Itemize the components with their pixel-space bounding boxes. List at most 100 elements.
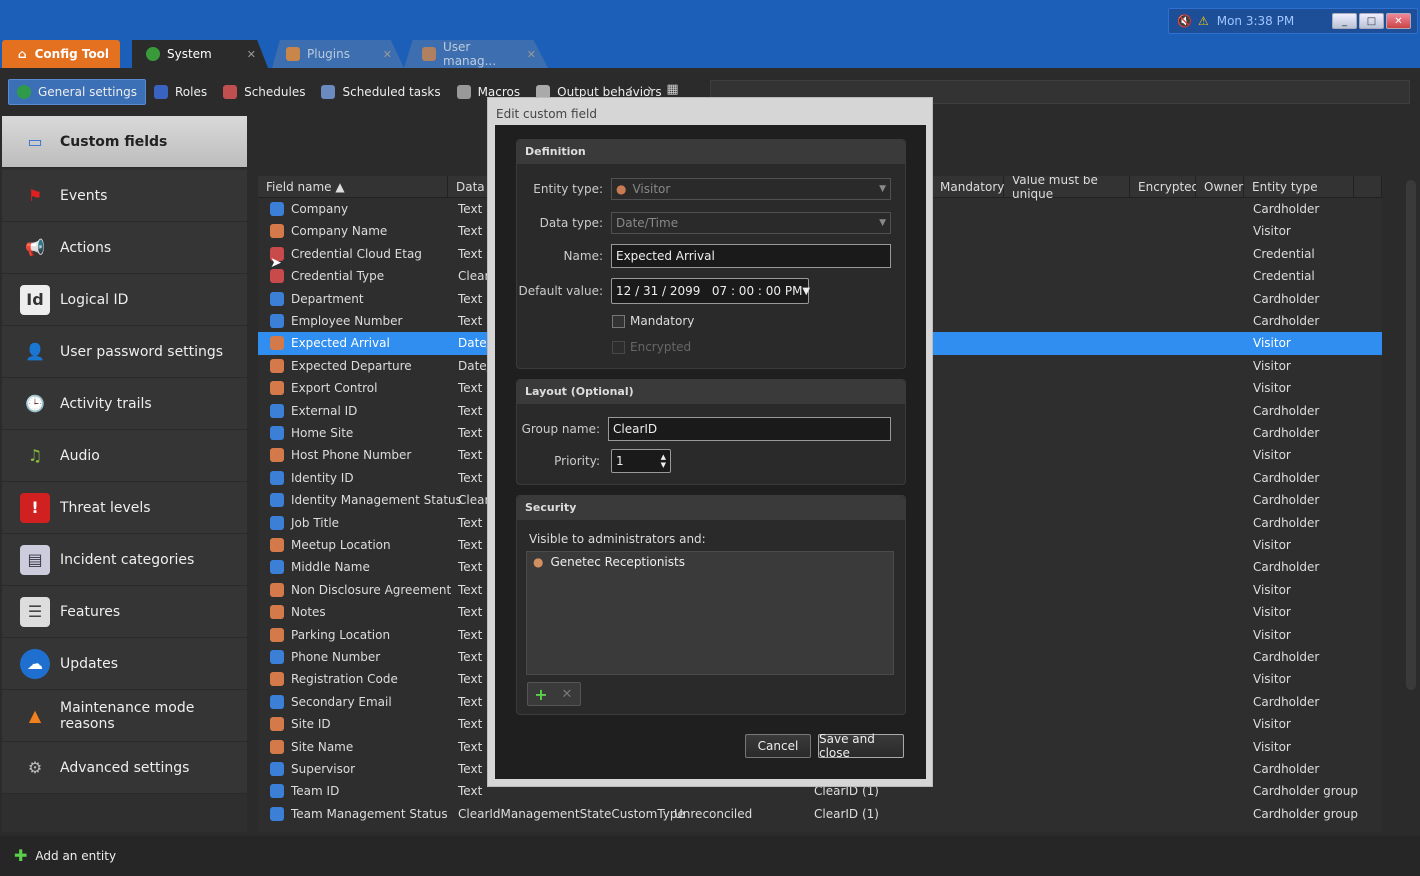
mandatory-checkbox[interactable] [612,315,625,328]
entity-type-value: Visitor [632,182,671,196]
sidebar-item-activity-trails[interactable]: 🕒 Activity trails [2,378,247,430]
sidebar-item-updates[interactable]: ☁ Updates [2,638,247,690]
tab-config-tool[interactable]: ⌂ Config Tool [2,40,120,68]
save-and-close-button[interactable]: Save and close [818,732,904,760]
entity-type-cell: Visitor [1253,717,1291,732]
entity-type-select[interactable]: ● Visitor ▼ [611,178,891,200]
sidebar-item-maintenance-mode-reasons[interactable]: ▲ Maintenance mode reasons [2,690,247,742]
data-type-label: Data type: [539,216,603,230]
entity-type-cell: Visitor [1253,381,1291,396]
default-value-text: 12 / 31 / 2099 07 : 00 : 00 PM [616,284,803,298]
data-type-cell: Text [458,560,483,575]
list-item-label: Genetec Receptionists [550,555,685,569]
sidebar-item-events[interactable]: ⚑ Events [2,170,247,222]
field-name-cell: Non Disclosure Agreement [291,582,452,597]
entity-type-cell: Visitor [1253,538,1291,552]
system-tray: 🔇 ⚠ Mon 3:38 PM _ □ ✕ [1168,8,1418,34]
alert-icon[interactable]: ⚠ [1198,14,1209,28]
close-button[interactable]: ✕ [1386,13,1411,29]
toolbar-general-settings[interactable]: General settings [8,79,146,105]
entity-type-cell: Cardholder [1253,403,1320,418]
sidebar-item-actions[interactable]: 📢 Actions [2,222,247,274]
tab-system[interactable]: System ✕ [132,40,268,68]
scrollbar-thumb[interactable] [1406,180,1416,690]
field-name-cell: Department [291,291,364,306]
entity-type-cell: Visitor [1253,582,1291,597]
sidebar-item-user-password-settings[interactable]: 👤 User password settings [2,326,247,378]
tab-plugins[interactable]: Plugins ✕ [272,40,404,68]
close-tab-icon[interactable]: ✕ [383,48,392,61]
column-header-encrypted[interactable]: Encrypted [1130,176,1199,198]
list-item[interactable]: ● Genetec Receptionists [527,552,893,572]
column-header-filler [1354,176,1382,198]
sidebar-label: Activity trails [60,395,152,412]
field-name-cell: Credential Type [291,269,385,284]
maximize-button[interactable]: □ [1359,13,1384,29]
toolbar-scheduled-tasks[interactable]: Scheduled tasks [313,79,448,105]
sidebar-item-incident-categories[interactable]: ▤ Incident categories [2,534,247,586]
encrypted-checkbox[interactable] [612,341,625,354]
visitor-icon [270,538,284,552]
toolbar-schedules[interactable]: Schedules [215,79,313,105]
entity-type-cell: Credential [1253,269,1315,284]
entity-type-cell: Visitor [1253,336,1291,351]
priority-stepper[interactable]: 1 ▲ ▼ [611,449,671,473]
column-header-entity-type[interactable]: Entity type [1244,176,1354,198]
task-icon [321,85,336,99]
entity-type-cell: Cardholder [1253,650,1320,664]
minimize-button[interactable]: _ [1332,13,1357,29]
plus-icon: ✚ [14,846,28,865]
visitor-icon [270,717,284,732]
cardholder-icon [270,426,284,440]
column-header-field-name[interactable]: Field name ▲ [258,176,448,198]
cardholder-icon [270,314,284,328]
table-row[interactable]: Team Management Status ClearIdManagementS… [258,803,1382,825]
sidebar-item-custom-fields[interactable]: ▭ Custom fields [2,116,247,168]
cancel-button[interactable]: Cancel [745,734,811,758]
visible-to-list[interactable]: ● Genetec Receptionists [526,551,894,675]
default-value-cell: Unreconciled [674,806,753,821]
sidebar-item-logical-id[interactable]: Id Logical ID [2,274,247,326]
cardholder-icon [270,202,284,216]
column-header-mandatory[interactable]: Mandatory [932,176,1004,198]
close-tab-icon[interactable]: ✕ [527,48,536,61]
column-header-unique[interactable]: Value must be unique [1004,176,1130,201]
entity-type-cell: Visitor [1253,627,1291,642]
sidebar-item-features[interactable]: ☰ Features [2,586,247,638]
data-type-cell: Text [458,224,483,239]
entity-type-cell: Visitor [1253,739,1291,754]
group-name-input[interactable]: ClearID [608,417,891,441]
toolbar-roles[interactable]: Roles [146,79,215,105]
sidebar-item-threat-levels[interactable]: ! Threat levels [2,482,247,534]
entity-type-cell: Visitor [1253,672,1291,687]
sidebar-item-advanced-settings[interactable]: ⚙ Advanced settings [2,742,247,794]
default-value-datetime[interactable]: 12 / 31 / 2099 07 : 00 : 00 PM ▼ [611,278,810,304]
sidebar-item-audio[interactable]: ♫ Audio [2,430,247,482]
toolbar-label: Scheduled tasks [342,85,441,99]
bookmark-icon[interactable]: ▦ [666,82,678,97]
entity-type-cell: Cardholder [1253,470,1320,485]
forward-icon[interactable]: › [647,82,652,97]
dropdown-arrow-icon[interactable]: ▼ [802,286,810,297]
remove-icon[interactable]: ✕ [554,683,580,705]
data-type-select[interactable]: Date/Time ▼ [611,212,891,234]
close-tab-icon[interactable]: ✕ [247,48,256,61]
column-header-data-type[interactable]: Data [448,176,488,198]
data-type-cell: Text [458,246,483,261]
entity-type-cell: Visitor [1253,224,1291,239]
mute-icon[interactable]: 🔇 [1177,14,1192,28]
add-entity-button[interactable]: ✚ Add an entity [14,846,116,865]
name-input[interactable]: Expected Arrival [611,244,891,268]
spinner-icon[interactable]: ▲ ▼ [661,453,666,469]
cardholder-icon [270,560,284,575]
column-header-owner[interactable]: Owner [1196,176,1244,198]
visitor-icon [270,605,284,620]
security-actions: + ✕ [527,682,581,706]
add-icon[interactable]: + [528,683,554,705]
definition-group: Definition Entity type: ● Visitor ▼ Data… [516,139,906,369]
back-icon[interactable]: ‹ [628,82,633,97]
tab-user-management[interactable]: User manag... ✕ [404,40,548,68]
visible-to-label: Visible to administrators and: [529,532,706,546]
entity-type-cell: Cardholder [1253,202,1320,216]
field-name-cell: Team Management Status [291,806,448,821]
